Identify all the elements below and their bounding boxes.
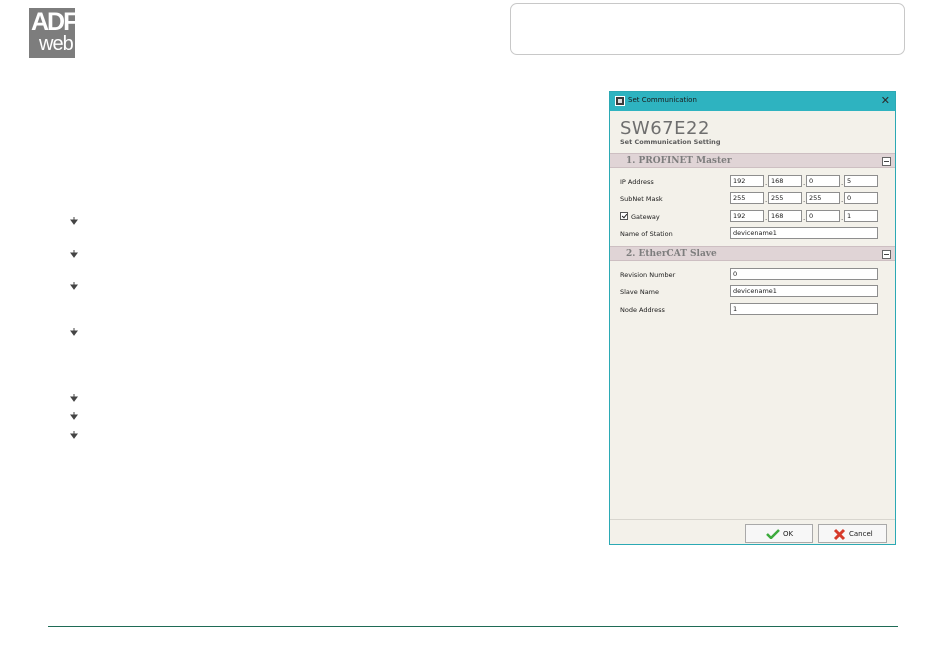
subnet-octet-2-input[interactable]: 255 (768, 192, 802, 204)
ip-octet-4-input[interactable]: 5 (844, 175, 878, 187)
subnet-dot: . (803, 196, 806, 204)
ip-octet-2-input[interactable]: 168 (768, 175, 802, 187)
section-ethercat-slave[interactable]: 2. EtherCAT Slave (610, 246, 895, 261)
header-info-box (510, 3, 905, 55)
section-title: 1. PROFINET Master (626, 156, 732, 166)
collapse-icon[interactable] (882, 157, 891, 166)
ip-octet-1-input[interactable]: 192 (730, 175, 764, 187)
node-address-input[interactable]: 1 (730, 303, 878, 315)
ok-button[interactable]: OK (745, 524, 813, 543)
subnet-dot: . (765, 196, 768, 204)
bullet-arrow-icon (70, 217, 78, 225)
footer-divider (48, 626, 898, 627)
gateway-dot: . (841, 214, 844, 222)
gateway-dot: . (765, 214, 768, 222)
bullet-arrow-icon (70, 412, 78, 420)
ip-address-label: IP Address (620, 178, 654, 186)
checkmark-icon (766, 529, 780, 541)
ok-label: OK (783, 530, 794, 538)
gateway-dot: . (803, 214, 806, 222)
cancel-x-icon (833, 528, 846, 543)
slave-name-label: Slave Name (620, 288, 660, 296)
bullet-arrow-icon (70, 394, 78, 402)
dialog-title: Set Communication (628, 96, 697, 104)
subnet-dot: . (841, 196, 844, 204)
gateway-octet-2-input[interactable]: 168 (768, 210, 802, 222)
gateway-label: Gateway (631, 213, 660, 221)
bullet-arrow-icon (70, 282, 78, 290)
close-icon[interactable]: ✕ (881, 94, 890, 107)
revision-number-label: Revision Number (620, 271, 676, 279)
ip-dot: . (765, 179, 768, 187)
ip-dot: . (841, 179, 844, 187)
ip-octet-3-input[interactable]: 0 (806, 175, 840, 187)
station-name-label: Name of Station (620, 230, 673, 238)
subnet-octet-1-input[interactable]: 255 (730, 192, 764, 204)
dialog-header: SW67E22 Set Communication Setting (610, 111, 895, 153)
dialog-titlebar[interactable]: Set Communication ✕ (610, 92, 895, 111)
subnet-octet-3-input[interactable]: 255 (806, 192, 840, 204)
cancel-button[interactable]: Cancel (818, 524, 887, 543)
ip-dot: . (803, 179, 806, 187)
section-profinet-master[interactable]: 1. PROFINET Master (610, 153, 895, 168)
logo-text-web: web (39, 33, 74, 55)
bullet-arrow-icon (70, 328, 78, 336)
station-name-input[interactable]: devicename1 (730, 227, 878, 239)
section-title: 2. EtherCAT Slave (626, 249, 717, 259)
gateway-checkbox[interactable] (620, 212, 628, 220)
slave-name-input[interactable]: devicename1 (730, 285, 878, 297)
gateway-octet-4-input[interactable]: 1 (844, 210, 878, 222)
gateway-octet-3-input[interactable]: 0 (806, 210, 840, 222)
revision-number-input[interactable]: 0 (730, 268, 878, 280)
bullet-arrow-icon (70, 431, 78, 439)
subnet-mask-label: SubNet Mask (620, 195, 663, 203)
set-communication-dialog: Set Communication ✕ SW67E22 Set Communic… (609, 91, 896, 545)
cancel-label: Cancel (849, 530, 873, 538)
dialog-subtitle: Set Communication Setting (620, 138, 721, 146)
gateway-octet-1-input[interactable]: 192 (730, 210, 764, 222)
dialog-button-bar: OK Cancel (610, 519, 895, 544)
product-code: SW67E22 (620, 118, 710, 139)
adfweb-logo: ADF web (29, 8, 78, 58)
node-address-label: Node Address (620, 306, 665, 314)
subnet-octet-4-input[interactable]: 0 (844, 192, 878, 204)
logo-text-adf: ADF (31, 8, 78, 36)
bullet-arrow-icon (70, 250, 78, 258)
app-icon (615, 96, 625, 106)
collapse-icon[interactable] (882, 250, 891, 259)
